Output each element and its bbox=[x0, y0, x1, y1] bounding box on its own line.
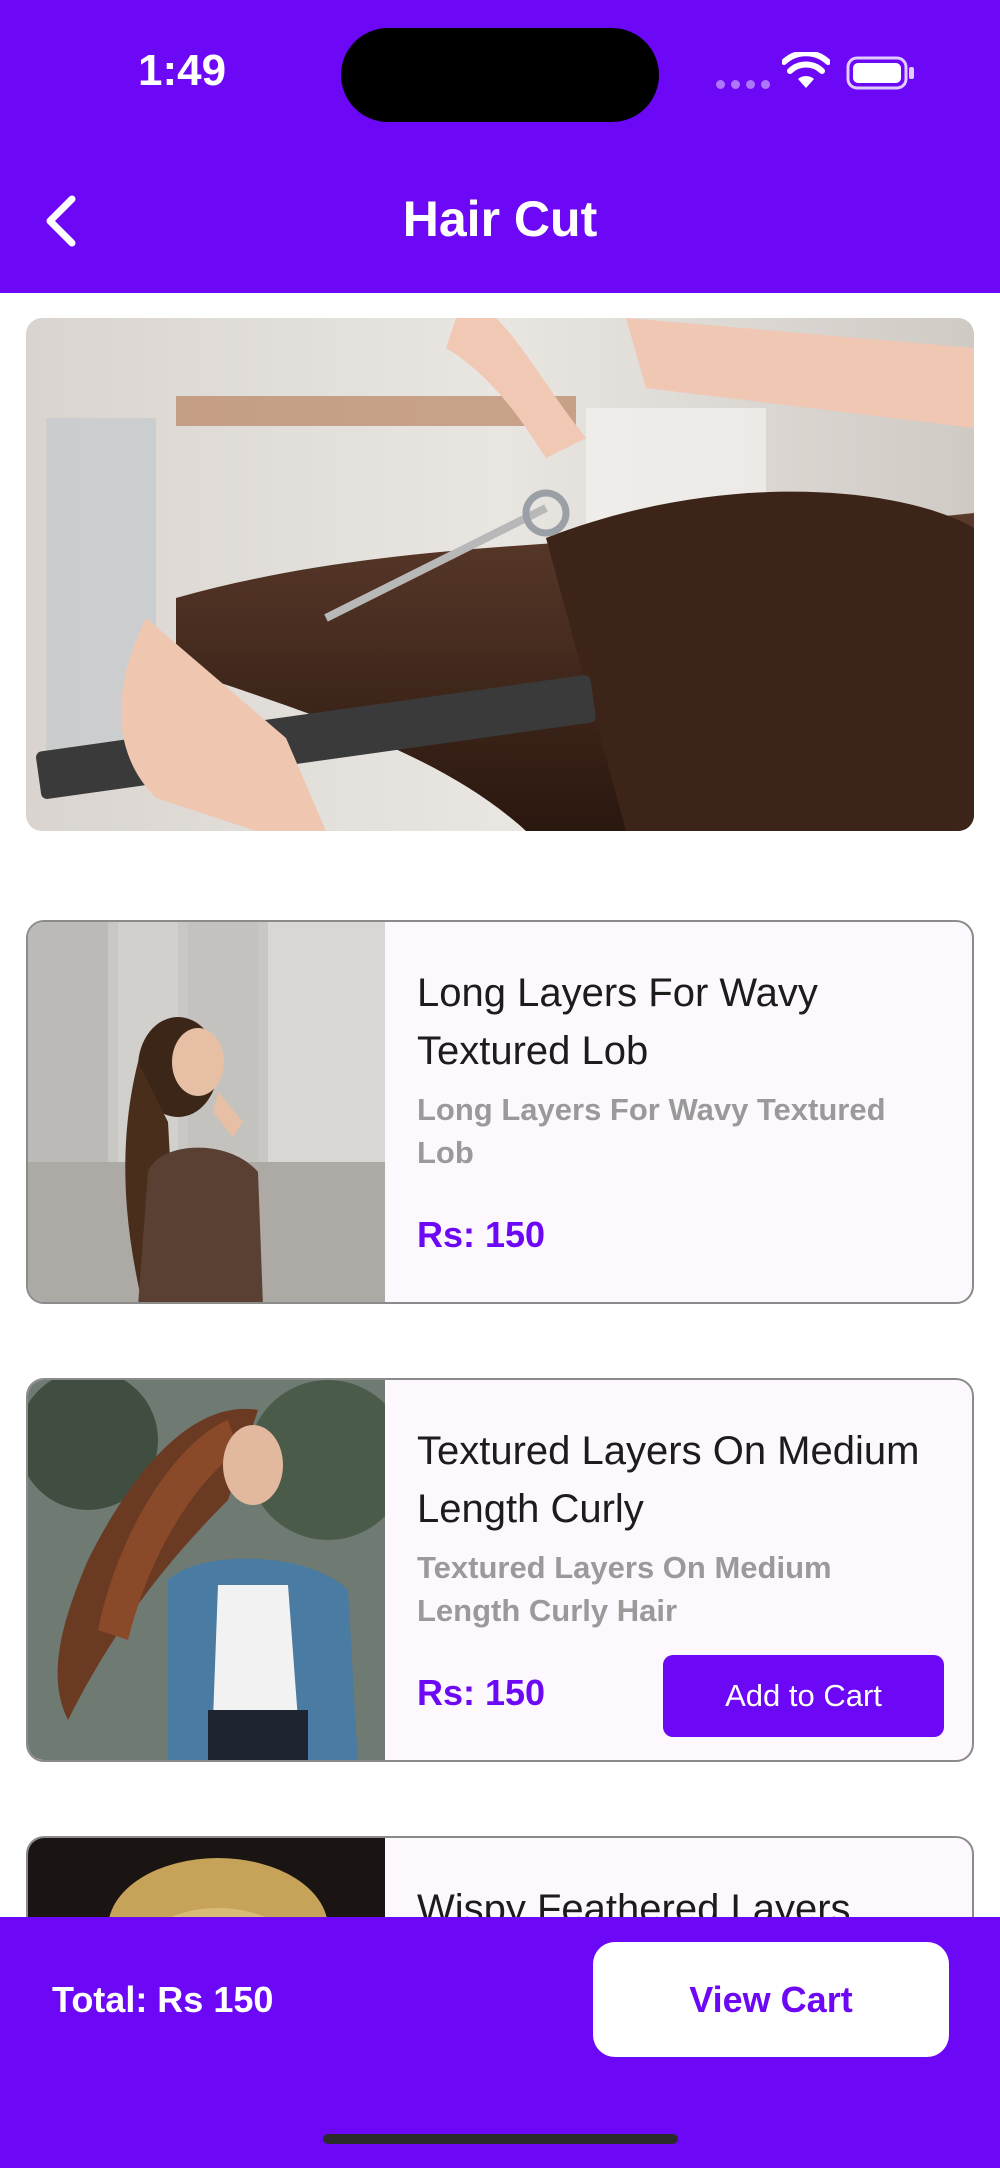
battery-icon bbox=[846, 56, 914, 90]
service-image bbox=[28, 1380, 385, 1760]
service-name: Textured Layers On Medium Length Curly bbox=[417, 1429, 920, 1531]
hero-image bbox=[26, 318, 974, 831]
service-description: Textured Layers On Medium Length Curly H… bbox=[417, 1550, 832, 1628]
service-image bbox=[28, 922, 385, 1302]
service-card[interactable]: Textured Layers On Medium Length Curly T… bbox=[26, 1378, 974, 1762]
app-bar: 1:49 Hair Cut bbox=[0, 0, 1000, 293]
view-cart-button[interactable]: View Cart bbox=[593, 1942, 949, 2057]
service-price: Rs: 150 bbox=[417, 1672, 546, 1713]
service-card[interactable]: Long Layers For Wavy Textured Lob Long L… bbox=[26, 920, 974, 1304]
cart-bar: Total: Rs 150 View Cart bbox=[0, 1917, 1000, 2168]
service-description: Long Layers For Wavy Textured Lob bbox=[417, 1092, 886, 1170]
cart-total: Total: Rs 150 bbox=[52, 1979, 274, 2020]
cellular-signal-icon bbox=[716, 80, 770, 89]
status-time: 1:49 bbox=[138, 46, 227, 95]
service-name: Long Layers For Wavy Textured Lob bbox=[417, 971, 818, 1073]
wifi-icon bbox=[782, 52, 830, 88]
dynamic-island bbox=[341, 28, 659, 122]
page-title: Hair Cut bbox=[402, 191, 598, 247]
home-indicator bbox=[323, 2134, 678, 2144]
service-price: Rs: 150 bbox=[417, 1214, 546, 1255]
add-to-cart-button[interactable]: Add to Cart bbox=[663, 1655, 944, 1737]
